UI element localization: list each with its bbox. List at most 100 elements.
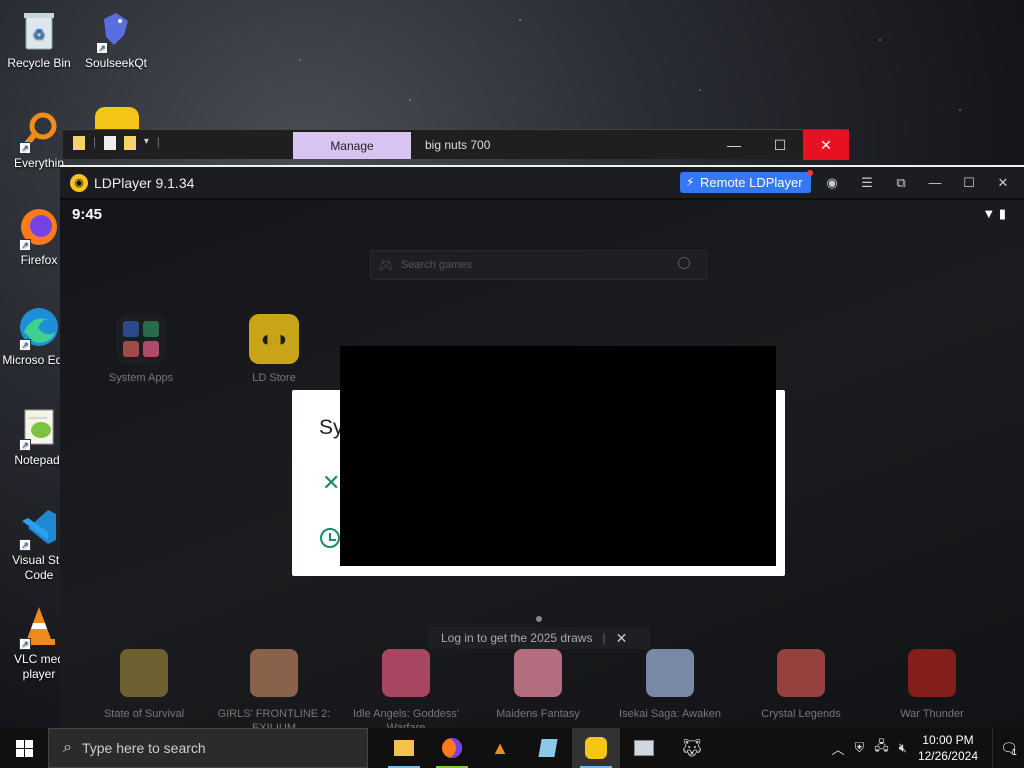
start-button[interactable] xyxy=(0,728,48,768)
folder-icon[interactable] xyxy=(73,136,85,150)
desktop-icon-label: SoulseekQt xyxy=(84,56,148,70)
game-state-of-survival[interactable]: State of Survival xyxy=(78,649,210,721)
vlc-cone-icon: ↗ xyxy=(17,604,61,650)
desktop-icon-recycle-bin[interactable]: ♻ Recycle Bin xyxy=(2,8,76,71)
close-button[interactable]: ✕ xyxy=(803,130,849,160)
firefox-icon xyxy=(442,738,462,758)
notification-dot xyxy=(806,170,813,176)
notes-icon xyxy=(538,739,558,757)
file-explorer-titlebar[interactable]: | ▾ | Manage big nuts 700 — ☐ ✕ xyxy=(63,129,849,160)
game-label: State of Survival xyxy=(103,708,185,720)
ldplayer-window: ◉ LDPlayer 9.1.34 ⚡ Remote LDPlayer ◉ ☰ … xyxy=(60,165,1024,730)
lightning-icon: ⚡ xyxy=(686,175,695,189)
clock-date: 12/26/2024 xyxy=(917,749,978,763)
shortcut-arrow-icon: ↗ xyxy=(19,638,31,650)
maximize-button[interactable]: ☐ xyxy=(952,167,986,198)
app-ld-store[interactable]: ◐◑ LD Store xyxy=(224,314,324,384)
search-placeholder: Type here to search xyxy=(81,740,206,756)
game-label: Crystal Legends xyxy=(761,708,841,720)
system-apps-folder-icon xyxy=(116,314,166,364)
taskbar-ldplayer[interactable] xyxy=(572,728,620,768)
network-icon[interactable]: 🖧︎ xyxy=(869,737,894,759)
android-home-screen: 9:45 ▼ ▮ 🎮︎ Search games System Apps ◐◑ … xyxy=(60,200,1024,730)
app-label: LD Store xyxy=(252,372,296,384)
recycle-bin-icon: ♻ xyxy=(17,8,61,52)
taskbar-file-explorer[interactable] xyxy=(380,728,428,768)
game-label: Isekai Saga: Awaken xyxy=(619,708,721,720)
windows-logo-icon xyxy=(15,739,33,757)
wifi-icon: ▼ xyxy=(982,206,996,221)
taskbar-firefox[interactable] xyxy=(428,728,476,768)
game-maidens-fantasy[interactable]: Maidens Fantasy xyxy=(472,649,604,721)
remote-ldplayer-button[interactable]: ⚡ Remote LDPlayer xyxy=(680,170,813,193)
new-folder-icon[interactable] xyxy=(123,136,136,150)
game-label: Maidens Fantasy xyxy=(496,708,580,720)
app-system-apps[interactable]: System Apps xyxy=(91,314,191,384)
shortcut-arrow-icon: ↗ xyxy=(96,42,108,54)
notepad-plus-plus-icon: ↗ xyxy=(17,405,61,451)
vscode-icon: ↗ xyxy=(17,505,61,551)
clock-time: 10:00 PM xyxy=(922,733,974,747)
minimize-button[interactable]: — xyxy=(711,130,757,160)
notifications-button[interactable]: 🗨︎ 1 xyxy=(992,728,1024,768)
game-girls-frontline-2[interactable]: GIRLS' FRONTLINE 2: EXILIUM xyxy=(208,649,340,730)
remote-desktop-icon xyxy=(634,740,654,756)
ldplayer-logo-icon: ◉ xyxy=(70,173,88,192)
minimize-button[interactable]: — xyxy=(918,167,952,198)
maximize-button[interactable]: ☐ xyxy=(757,130,803,160)
folder-icon xyxy=(394,740,414,756)
redacted-overlay xyxy=(340,346,776,566)
taskbar-vlc[interactable]: ▲ xyxy=(476,728,524,768)
menu-icon[interactable]: ☰ xyxy=(850,167,884,198)
edge-icon: ↗ xyxy=(17,305,61,351)
search-icon[interactable] xyxy=(678,257,690,269)
ldplayer-title: LDPlayer 9.1.34 xyxy=(94,174,195,191)
promo-banner[interactable]: Log in to get the 2025 draws | ✕ xyxy=(428,627,650,649)
close-icon[interactable]: ✕ xyxy=(322,470,340,496)
chevron-up-icon[interactable]: ︿ xyxy=(826,739,849,758)
remote-ldplayer-label: Remote LDPlayer xyxy=(700,175,803,190)
ldplayer-desktop-icon[interactable] xyxy=(95,107,139,129)
volume-muted-icon[interactable]: 🔇︎ xyxy=(894,740,912,756)
gamepad-icon: 🎮︎ xyxy=(379,259,393,272)
soulseek-bird-icon: ↗ xyxy=(94,8,138,54)
game-war-thunder[interactable]: War Thunder xyxy=(866,649,998,721)
game-icon xyxy=(646,649,694,697)
game-search-input[interactable]: 🎮︎ Search games xyxy=(370,250,707,280)
game-icon xyxy=(908,649,956,697)
sidebar-toggle-icon[interactable]: ⧉ xyxy=(884,167,918,198)
game-crystal-legends[interactable]: Crystal Legends xyxy=(735,649,867,721)
properties-icon[interactable] xyxy=(103,136,116,150)
game-icon xyxy=(777,649,825,697)
game-label: War Thunder xyxy=(900,708,964,720)
game-label: Idle Angels: Goddess' Warfare xyxy=(352,708,460,730)
everything-search-icon: ↗ xyxy=(17,108,61,154)
security-icon[interactable]: ⛨ xyxy=(849,740,869,756)
svg-text:♻: ♻ xyxy=(33,26,46,42)
ldplayer-titlebar[interactable]: ◉ LDPlayer 9.1.34 ⚡ Remote LDPlayer ◉ ☰ … xyxy=(60,167,1024,198)
taskbar-remote-desktop[interactable] xyxy=(620,728,668,768)
taskbar-clock[interactable]: 10:00 PM 12/26/2024 xyxy=(912,732,992,764)
ldplayer-icon xyxy=(585,737,607,759)
shortcut-arrow-icon: ↗ xyxy=(19,439,31,451)
window-title: big nuts 700 xyxy=(425,138,491,152)
account-icon[interactable]: ◉ xyxy=(815,167,849,198)
taskbar-search-input[interactable]: ⌕ Type here to search xyxy=(48,728,368,768)
app-label: System Apps xyxy=(108,372,174,384)
desktop-icon-soulseekqt[interactable]: ↗ SoulseekQt xyxy=(79,8,153,71)
customize-dropdown-icon[interactable]: ▾ xyxy=(144,136,149,150)
game-idle-angels[interactable]: Idle Angels: Goddess' Warfare xyxy=(340,649,472,730)
shortcut-arrow-icon: ↗ xyxy=(19,339,31,351)
taskbar-notes-app[interactable] xyxy=(524,728,572,768)
close-icon[interactable]: ✕ xyxy=(616,630,628,647)
promo-separator: | xyxy=(602,631,606,645)
game-icon xyxy=(250,649,298,697)
tab-manage[interactable]: Manage xyxy=(293,132,411,159)
vlc-cone-icon: ▲ xyxy=(491,737,509,758)
clock-icon[interactable] xyxy=(320,528,340,548)
shortcut-arrow-icon: ↗ xyxy=(19,539,31,551)
game-isekai-saga[interactable]: Isekai Saga: Awaken xyxy=(604,649,736,721)
taskbar-gimp[interactable]: 🐺︎ xyxy=(668,728,716,768)
close-button[interactable]: ✕ xyxy=(986,167,1020,198)
battery-icon: ▮ xyxy=(998,206,1006,221)
